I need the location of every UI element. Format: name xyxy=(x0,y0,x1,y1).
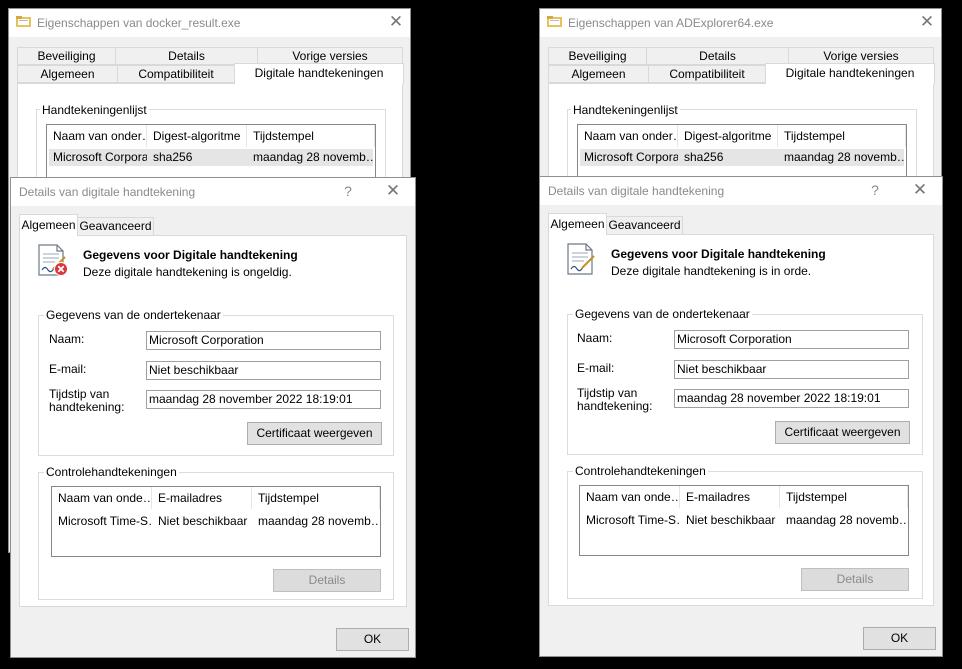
table-cell: sha256 xyxy=(153,150,193,164)
tab-digitale-handtekeningen[interactable]: Digitale handtekeningen xyxy=(765,63,935,84)
details-button[interactable]: Details xyxy=(273,569,381,592)
column-header-name[interactable]: Naam van onde… xyxy=(52,487,152,509)
error-badge-icon xyxy=(54,262,68,276)
countersignature-list: Naam van onde… E-mailadres Tijdstempel M… xyxy=(51,486,381,557)
titlebar: Eigenschappen van ADExplorer64.exe ✕ xyxy=(540,9,941,37)
close-button[interactable]: ✕ xyxy=(386,12,406,32)
table-cell: maandag 28 novemb… xyxy=(784,150,904,164)
tab-compatibiliteit[interactable]: Compatibiliteit xyxy=(648,65,766,83)
table-cell: Microsoft Corpora… xyxy=(53,150,147,164)
countersignatures-label: Controlehandtekeningen xyxy=(573,464,708,478)
tab-panel: Gegevens voor Digitale handtekening Deze… xyxy=(548,234,934,606)
column-header-timestamp[interactable]: Tijdstempel xyxy=(778,125,906,147)
titlebar: Eigenschappen van docker_result.exe ✕ xyxy=(9,9,410,37)
close-button[interactable]: ✕ xyxy=(917,12,937,32)
email-field[interactable]: Niet beschikbaar xyxy=(146,361,381,380)
email-label: E-mail: xyxy=(49,362,87,376)
column-header-timestamp[interactable]: Tijdstempel xyxy=(247,125,375,147)
signer-info-label: Gegevens van de ondertekenaar xyxy=(573,307,752,321)
tab-beveiliging[interactable]: Beveiliging xyxy=(548,47,647,65)
column-header-name[interactable]: Naam van onde… xyxy=(580,486,680,508)
dialog-heading: Gegevens voor Digitale handtekening xyxy=(611,247,826,261)
column-header-name[interactable]: Naam van onder… xyxy=(47,125,147,147)
help-button[interactable]: ? xyxy=(868,181,882,199)
signature-status: Deze digitale handtekening is in orde. xyxy=(611,264,812,278)
name-label: Naam: xyxy=(49,332,85,346)
column-header-digest[interactable]: Digest-algoritme xyxy=(678,125,778,147)
time-label: Tijdstip van xyxy=(49,387,110,401)
dialog-heading: Gegevens voor Digitale handtekening xyxy=(83,248,298,262)
name-label: Naam: xyxy=(577,331,613,345)
column-header-email[interactable]: E-mailadres xyxy=(680,486,780,508)
signature-list-label: Handtekeningenlijst xyxy=(40,103,149,117)
details-button[interactable]: Details xyxy=(801,568,909,591)
table-cell[interactable]: maandag 28 novemb… xyxy=(780,512,906,529)
ok-button[interactable]: OK xyxy=(336,628,409,651)
tab-digitale-handtekeningen[interactable]: Digitale handtekeningen xyxy=(234,63,404,84)
dialog-body: Algemeen Geavanceerd Gegevens voor Digit… xyxy=(11,206,415,657)
email-label: E-mail: xyxy=(577,361,615,375)
signature-details-dialog-right: Details van digitale handtekening ? ✕ Al… xyxy=(539,176,943,657)
table-cell[interactable]: Niet beschikbaar xyxy=(680,512,780,529)
signature-status: Deze digitale handtekening is ongeldig. xyxy=(83,265,292,279)
time-label: handtekening: xyxy=(577,399,653,413)
table-cell: Microsoft Corpora… xyxy=(584,150,678,164)
name-field[interactable]: Microsoft Corporation xyxy=(674,330,909,349)
dialog-body: Algemeen Geavanceerd Gegevens voor Digit… xyxy=(540,205,942,656)
tab-geavanceerd[interactable]: Geavanceerd xyxy=(606,216,683,235)
countersignatures-label: Controlehandtekeningen xyxy=(44,465,179,479)
folder-icon xyxy=(547,16,562,27)
dialog-title: Details van digitale handtekening xyxy=(548,184,725,198)
email-field[interactable]: Niet beschikbaar xyxy=(674,360,909,379)
table-cell[interactable]: Microsoft Time-S… xyxy=(52,513,152,530)
window-title: Eigenschappen van docker_result.exe xyxy=(37,16,241,30)
tab-compatibiliteit[interactable]: Compatibiliteit xyxy=(117,65,235,83)
tab-algemeen[interactable]: Algemeen xyxy=(548,213,607,235)
time-label: handtekening: xyxy=(49,400,125,414)
tab-algemeen[interactable]: Algemeen xyxy=(19,214,78,236)
countersignature-list: Naam van onde… E-mailadres Tijdstempel M… xyxy=(579,485,909,556)
time-label: Tijdstip van xyxy=(577,386,638,400)
signer-info-label: Gegevens van de ondertekenaar xyxy=(44,308,223,322)
tab-algemeen[interactable]: Algemeen xyxy=(17,65,118,83)
folder-icon xyxy=(16,16,31,27)
close-button[interactable]: ✕ xyxy=(383,181,403,201)
signature-details-dialog-left: Details van digitale handtekening ? ✕ Al… xyxy=(10,177,416,658)
tab-panel: Gegevens voor Digitale handtekening Deze… xyxy=(19,235,407,607)
certificate-icon xyxy=(567,243,595,275)
ok-button[interactable]: OK xyxy=(863,627,936,650)
dialog-titlebar: Details van digitale handtekening ? ✕ xyxy=(540,177,942,205)
column-header-email[interactable]: E-mailadres xyxy=(152,487,252,509)
table-cell: maandag 28 novemb… xyxy=(253,150,373,164)
name-field[interactable]: Microsoft Corporation xyxy=(146,331,381,350)
table-cell[interactable]: maandag 28 novemb… xyxy=(252,513,378,530)
column-header-timestamp[interactable]: Tijdstempel xyxy=(252,487,380,509)
tab-algemeen[interactable]: Algemeen xyxy=(548,65,649,83)
tab-geavanceerd[interactable]: Geavanceerd xyxy=(77,217,154,236)
help-button[interactable]: ? xyxy=(341,182,355,200)
tab-beveiliging[interactable]: Beveiliging xyxy=(17,47,116,65)
table-cell[interactable]: Microsoft Time-S… xyxy=(580,512,680,529)
table-cell[interactable]: Niet beschikbaar xyxy=(152,513,252,530)
column-header-digest[interactable]: Digest-algoritme xyxy=(147,125,247,147)
time-field[interactable]: maandag 28 november 2022 18:19:01 xyxy=(146,390,381,409)
view-certificate-button[interactable]: Certificaat weergeven xyxy=(775,421,910,444)
table-cell: sha256 xyxy=(684,150,724,164)
close-button[interactable]: ✕ xyxy=(910,180,930,200)
window-title: Eigenschappen van ADExplorer64.exe xyxy=(568,16,774,30)
dialog-title: Details van digitale handtekening xyxy=(19,185,196,199)
signature-list-label: Handtekeningenlijst xyxy=(571,103,680,117)
time-field[interactable]: maandag 28 november 2022 18:19:01 xyxy=(674,389,909,408)
view-certificate-button[interactable]: Certificaat weergeven xyxy=(247,422,382,445)
column-header-name[interactable]: Naam van onder… xyxy=(578,125,678,147)
dialog-titlebar: Details van digitale handtekening ? ✕ xyxy=(11,178,415,206)
column-header-timestamp[interactable]: Tijdstempel xyxy=(780,486,908,508)
